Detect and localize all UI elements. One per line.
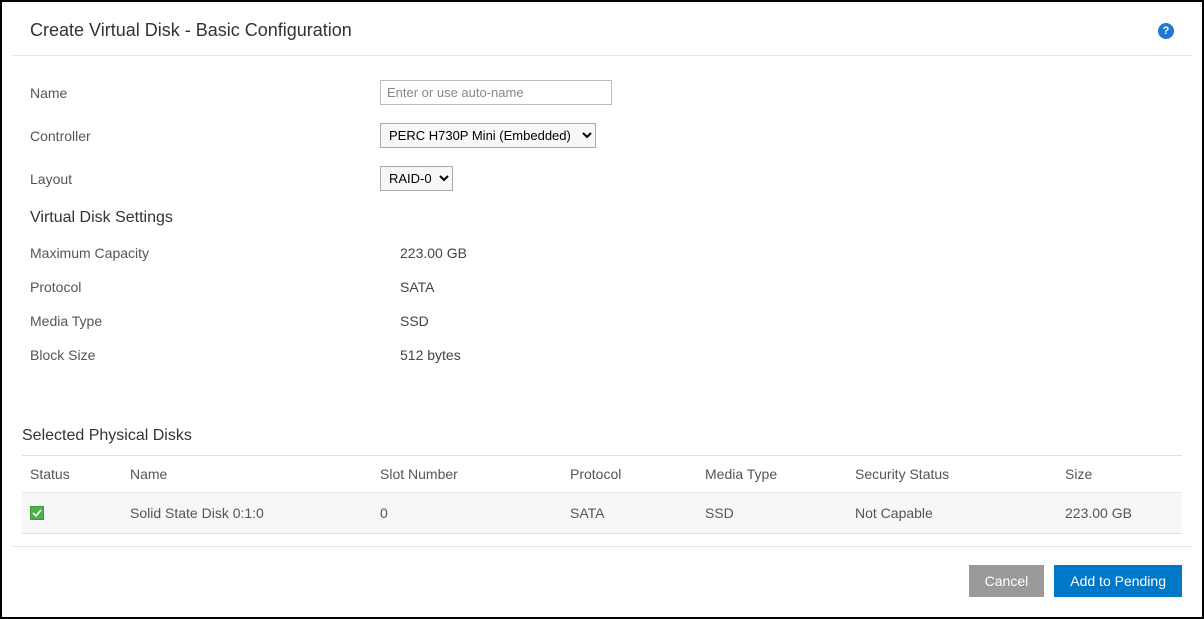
vds-label: Media Type — [30, 313, 400, 329]
phys-table: Status Name Slot Number Protocol Media T… — [22, 456, 1182, 533]
col-name: Name — [122, 456, 372, 493]
cell-slot: 0 — [372, 493, 562, 534]
controller-label: Controller — [30, 128, 380, 144]
name-label: Name — [30, 85, 380, 101]
cell-security: Not Capable — [847, 493, 1057, 534]
cell-protocol: SATA — [562, 493, 697, 534]
phys-title: Selected Physical Disks — [2, 427, 1202, 445]
col-size: Size — [1057, 456, 1182, 493]
vds-label: Protocol — [30, 279, 400, 295]
col-security: Security Status — [847, 456, 1057, 493]
controller-select[interactable]: PERC H730P Mini (Embedded) — [380, 123, 596, 148]
vds-value: 223.00 GB — [400, 245, 467, 261]
col-protocol: Protocol — [562, 456, 697, 493]
vds-value: SSD — [400, 313, 429, 329]
cell-media: SSD — [697, 493, 847, 534]
cell-size: 223.00 GB — [1057, 493, 1182, 534]
page-title: Create Virtual Disk - Basic Configuratio… — [30, 20, 352, 41]
vds-value: SATA — [400, 279, 435, 295]
vds-value: 512 bytes — [400, 347, 461, 363]
cancel-button[interactable]: Cancel — [969, 565, 1045, 597]
add-to-pending-button[interactable]: Add to Pending — [1054, 565, 1182, 597]
name-input[interactable] — [380, 80, 612, 105]
vds-title: Virtual Disk Settings — [30, 209, 1174, 227]
help-icon[interactable]: ? — [1158, 23, 1174, 39]
layout-label: Layout — [30, 171, 380, 187]
cell-name: Solid State Disk 0:1:0 — [122, 493, 372, 534]
col-status: Status — [22, 456, 122, 493]
vds-label: Block Size — [30, 347, 400, 363]
table-row: Solid State Disk 0:1:0 0 SATA SSD Not Ca… — [22, 493, 1182, 534]
vds-label: Maximum Capacity — [30, 245, 400, 261]
col-slot: Slot Number — [372, 456, 562, 493]
status-ok-icon — [30, 506, 44, 520]
col-media: Media Type — [697, 456, 847, 493]
layout-select[interactable]: RAID-0 — [380, 166, 453, 191]
